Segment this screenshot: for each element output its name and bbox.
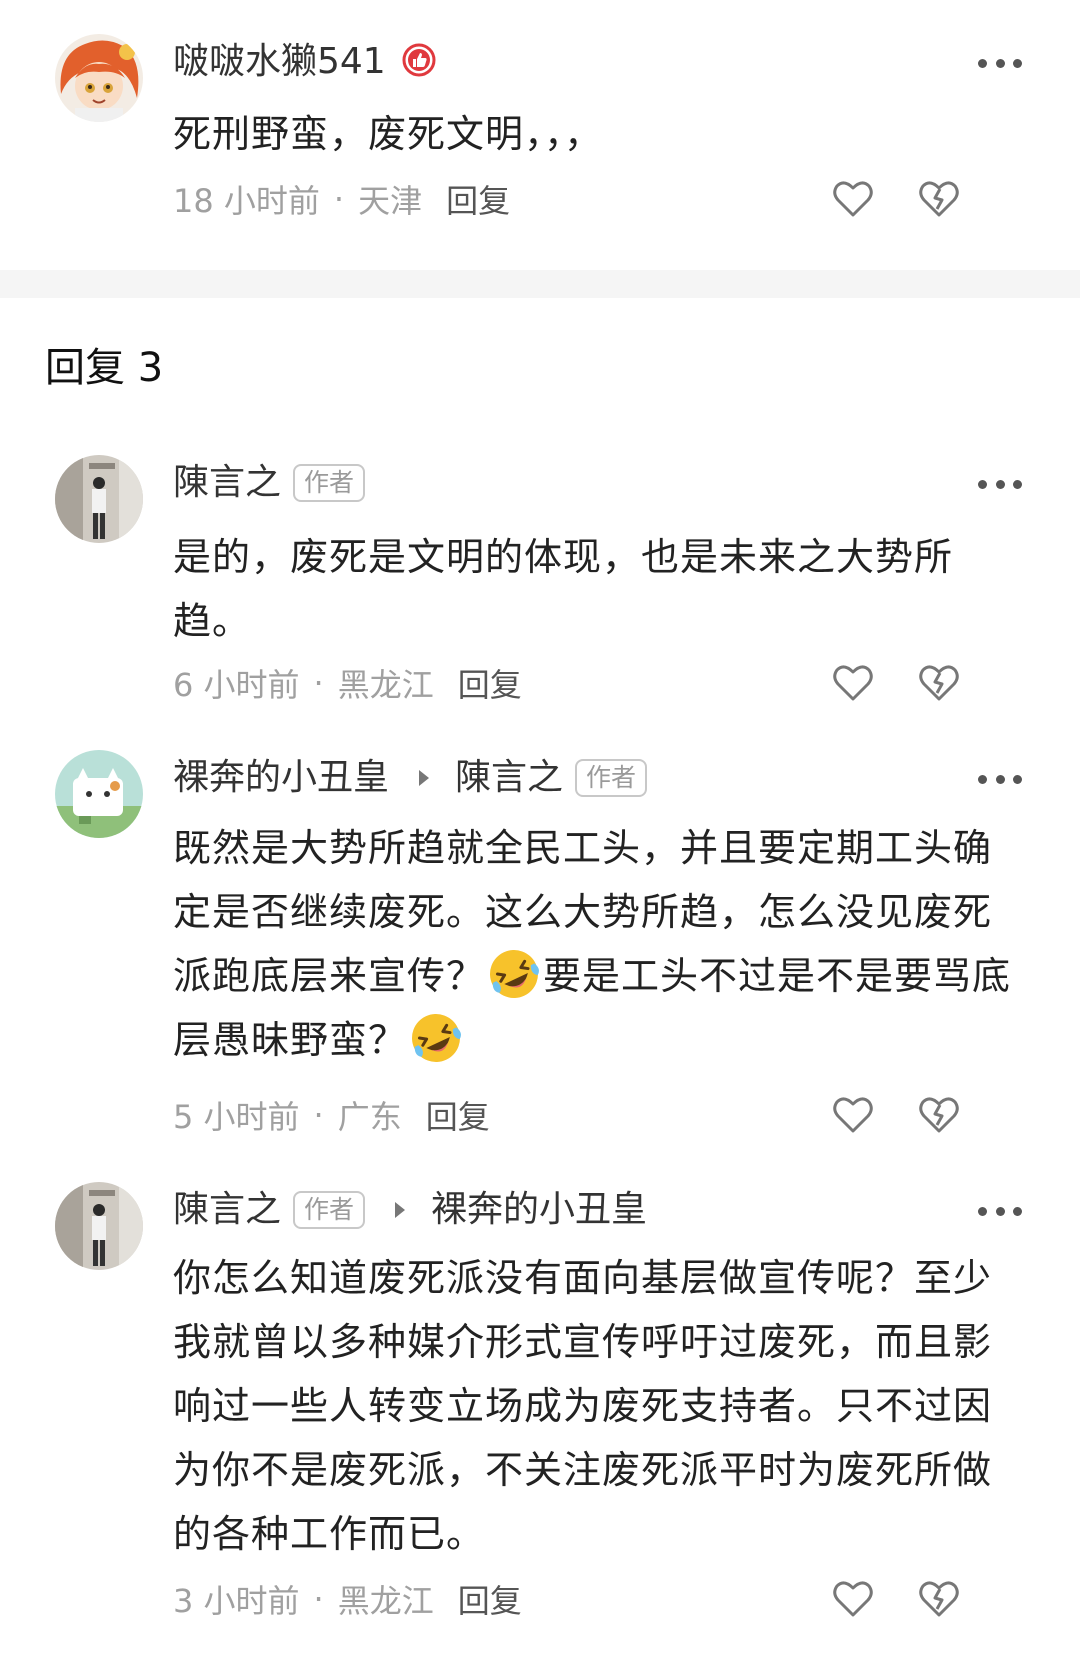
heart-outline-icon[interactable] — [830, 176, 876, 222]
reply-button[interactable]: 回复 — [446, 176, 510, 222]
comment-text: 是的，废死是文明的体现，也是未来之大势所趋。 — [173, 535, 954, 643]
broken-heart-icon[interactable] — [916, 1576, 962, 1622]
avatar[interactable] — [55, 1182, 143, 1270]
comment-text: 既然是大势所趋就全民工头，并且要定期工头确定是否继续废死。这么大势所趋，怎么没见… — [173, 816, 1023, 1072]
reply-button[interactable]: 回复 — [458, 660, 522, 706]
author-tag: 作者 — [575, 759, 648, 797]
timestamp: 3 小时前 — [173, 1582, 300, 1620]
location: 黑龙江 — [337, 666, 434, 704]
replies-section-title: 回复 3 — [45, 345, 164, 391]
avatar[interactable] — [55, 455, 143, 543]
more-dots-icon[interactable] — [978, 773, 1022, 785]
reply-button[interactable]: 回复 — [458, 1576, 522, 1622]
separator-dot: · — [313, 1096, 324, 1134]
timestamp: 18 小时前 — [173, 182, 320, 220]
comment-header: 陳言之 作者 — [173, 455, 366, 511]
comment-header: 啵啵水獭541 — [173, 34, 436, 90]
timestamp: 6 小时前 — [173, 666, 300, 704]
more-dots-icon[interactable] — [978, 57, 1022, 69]
separator-dot: · — [313, 664, 324, 702]
comment-meta: 6 小时前 · 黑龙江 回复 — [173, 658, 522, 708]
reply-arrow-icon — [419, 770, 430, 786]
comment-meta: 3 小时前 · 黑龙江 回复 — [173, 1574, 522, 1624]
comment-meta: 5 小时前 · 广东 回复 — [173, 1090, 490, 1140]
rolling-laughing-emoji-icon — [487, 947, 541, 1001]
heart-outline-icon[interactable] — [830, 660, 876, 706]
thumbs-up-badge-icon — [402, 43, 436, 81]
username[interactable]: 裸奔的小丑皇 — [173, 750, 389, 806]
location: 天津 — [358, 182, 423, 220]
location: 黑龙江 — [337, 1582, 434, 1620]
reply-button[interactable]: 回复 — [426, 1092, 490, 1138]
section-divider — [0, 270, 1080, 298]
reply-item: 陳言之 作者 裸奔的小丑皇 你怎么知道废死派没有面向基层做宣传呢？至少我就曾以多… — [0, 1182, 1080, 1642]
reply-to-username[interactable]: 陳言之 — [455, 750, 563, 806]
comment-text: 你怎么知道废死派没有面向基层做宣传呢？至少我就曾以多种媒介形式宣传呼吁过废死，而… — [173, 1256, 993, 1556]
username[interactable]: 陳言之 — [173, 1182, 281, 1238]
timestamp: 5 小时前 — [173, 1098, 300, 1136]
heart-outline-icon[interactable] — [830, 1092, 876, 1138]
main-comment: 啵啵水獭541 死刑野蛮，废死文明，，， 18 小时前 · 天津 回复 — [0, 0, 1080, 270]
reply-item: 裸奔的小丑皇 陳言之 作者 既然是大势所趋就全民工头，并且要定期工头确定是否继续… — [0, 750, 1080, 1150]
comment-meta: 18 小时前 · 天津 回复 — [173, 174, 510, 224]
author-tag: 作者 — [293, 464, 366, 502]
reply-to-username[interactable]: 裸奔的小丑皇 — [431, 1182, 647, 1238]
avatar[interactable] — [55, 750, 143, 838]
broken-heart-icon[interactable] — [916, 176, 962, 222]
heart-outline-icon[interactable] — [830, 1576, 876, 1622]
more-dots-icon[interactable] — [978, 478, 1022, 490]
location: 广东 — [337, 1098, 402, 1136]
broken-heart-icon[interactable] — [916, 660, 962, 706]
rolling-laughing-emoji-icon — [409, 1011, 463, 1065]
reply-arrow-icon — [395, 1202, 406, 1218]
broken-heart-icon[interactable] — [916, 1092, 962, 1138]
more-dots-icon[interactable] — [978, 1205, 1022, 1217]
username[interactable]: 啵啵水獭541 — [173, 34, 386, 90]
comment-header: 裸奔的小丑皇 陳言之 作者 — [173, 750, 648, 806]
separator-dot: · — [313, 1580, 324, 1618]
comment-header: 陳言之 作者 裸奔的小丑皇 — [173, 1182, 647, 1238]
username[interactable]: 陳言之 — [173, 455, 281, 511]
reply-item: 陳言之 作者 是的，废死是文明的体现，也是未来之大势所趋。 6 小时前 · 黑龙… — [0, 455, 1080, 715]
avatar[interactable] — [55, 34, 143, 122]
author-tag: 作者 — [293, 1191, 366, 1229]
comment-text: 死刑野蛮，废死文明，，， — [173, 112, 604, 156]
separator-dot: · — [333, 180, 345, 218]
